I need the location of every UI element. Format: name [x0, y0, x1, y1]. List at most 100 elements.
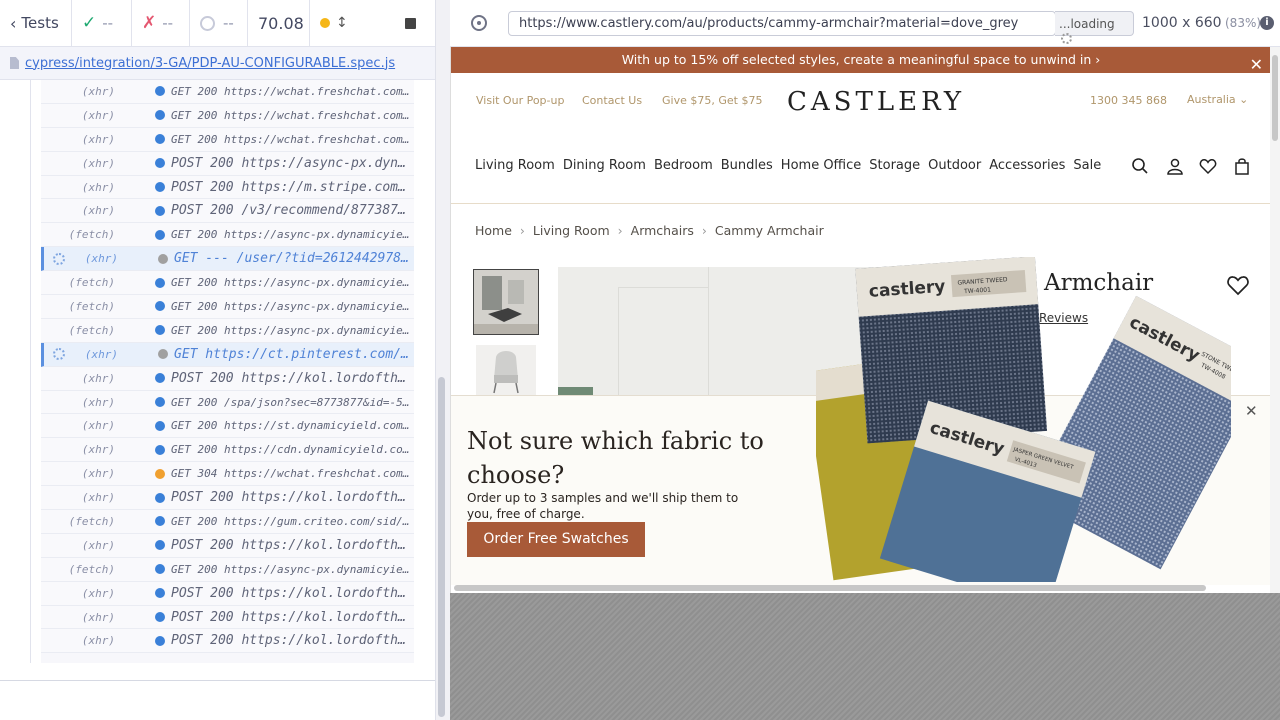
command-row[interactable]: (xhr) GET 200 https://st.dynamicyield.com…	[41, 414, 414, 439]
status-dot-icon	[155, 86, 165, 97]
command-kind: (xhr)	[84, 252, 118, 266]
cart-icon[interactable]	[1233, 157, 1251, 175]
country-selector[interactable]: Australia ⌄	[1187, 93, 1248, 106]
nav-sale[interactable]: Sale	[1073, 158, 1101, 173]
contact-us-link[interactable]: Contact Us	[582, 94, 642, 107]
castlery-logo[interactable]: CASTLERY	[787, 87, 965, 117]
fabric-swatches-image: castlery GRANITE TWEED TW-4001 castlery …	[816, 257, 1231, 582]
status-dot-icon	[155, 134, 165, 145]
command-row[interactable]: (xhr) POST 200 https://m.stripe.com/6	[41, 175, 414, 200]
command-message: GET 200 https://wchat.freshchat.com/ap…	[171, 84, 411, 98]
command-row[interactable]: (xhr) GET --- /user/?tid=261244297876…	[41, 247, 414, 272]
command-row[interactable]: (xhr) GET 200 https://cdn.dynamicyield.co…	[41, 438, 414, 463]
command-message: GET 200 https://wchat.freshchat.com/ap…	[171, 132, 411, 146]
failed-count: ✗ --	[132, 0, 190, 47]
status-dot-icon	[158, 253, 168, 264]
info-icon[interactable]: i	[1260, 16, 1274, 30]
chevron-right-icon: ›	[617, 223, 623, 238]
command-row[interactable]: (fetch) GET 200 https://async-px.dynamicy…	[41, 295, 414, 319]
nav-dining-room[interactable]: Dining Room	[563, 158, 646, 173]
command-row[interactable]: (xhr) GET 200 https://wchat.freshchat.com…	[41, 80, 414, 104]
command-message: GET 304 https://wchat.freshchat.com/ap…	[171, 467, 411, 481]
passed-count: ✓ --	[72, 0, 132, 47]
site-vertical-scrollbar[interactable]	[1272, 55, 1278, 141]
refer-link[interactable]: Give $75, Get $75	[662, 94, 762, 107]
nav-home-office[interactable]: Home Office	[781, 158, 861, 173]
command-row[interactable]: (xhr) POST 200 https://kol.lordofthee…	[41, 533, 414, 558]
status-dot-icon	[155, 612, 165, 623]
selector-playground-icon[interactable]	[471, 15, 487, 31]
close-icon[interactable]: ✕	[1250, 52, 1263, 78]
reporter-toolbar: ‹ Tests ✓ -- ✗ -- -- 70.08 ↕	[0, 0, 435, 47]
command-row[interactable]: (fetch) GET 200 https://async-px.dynamicy…	[41, 223, 414, 248]
breadcrumb: Home › Living Room › Armchairs › Cammy A…	[475, 223, 824, 238]
nav-living-room[interactable]: Living Room	[475, 158, 555, 173]
nav-outdoor[interactable]: Outdoor	[928, 158, 981, 173]
product-thumbnail-2[interactable]	[476, 345, 536, 395]
breadcrumb-armchairs[interactable]: Armchairs	[631, 223, 694, 238]
command-message: POST 200 https://kol.lordofthee…	[171, 585, 411, 601]
phone-number[interactable]: 1300 345 868	[1090, 94, 1167, 107]
account-icon[interactable]	[1166, 157, 1184, 175]
search-icon[interactable]	[1131, 157, 1149, 175]
command-row[interactable]: (xhr) POST 200 /v3/recommend/8773877?…	[41, 199, 414, 224]
reporter-scrollbar[interactable]	[438, 377, 445, 717]
promo-banner[interactable]: With up to 15% off selected styles, crea…	[451, 47, 1270, 74]
command-message: POST 200 https://kol.lordofthee…	[171, 370, 411, 386]
command-row[interactable]: (xhr) POST 200 https://kol.lordofthee…	[41, 629, 414, 654]
command-kind: (fetch)	[68, 299, 115, 313]
nav-bedroom[interactable]: Bedroom	[654, 158, 713, 173]
popup-body: Order up to 3 samples and we'll ship the…	[467, 491, 739, 521]
command-row[interactable]: (xhr) GET 304 https://wchat.freshchat.com…	[41, 462, 414, 487]
breadcrumb-home[interactable]: Home	[475, 223, 512, 238]
pending-circle-icon	[200, 15, 215, 31]
close-icon[interactable]: ✕	[1245, 402, 1258, 420]
site-horizontal-scrollbar[interactable]	[454, 585, 1206, 591]
command-row[interactable]: (xhr) POST 200 https://kol.lordofthee…	[41, 486, 414, 511]
command-row[interactable]: (xhr) POST 200 https://kol.lordofthee…	[41, 605, 414, 630]
reporter-bottom-border	[0, 680, 435, 681]
command-kind: (xhr)	[81, 634, 115, 648]
command-row[interactable]: (xhr) POST 200 https://kol.lordofthee…	[41, 366, 414, 391]
main-nav: Living Room Dining Room Bedroom Bundles …	[475, 158, 1101, 173]
file-icon	[10, 57, 19, 69]
spec-file-bar[interactable]: cypress/integration/3-GA/PDP-AU-CONFIGUR…	[0, 47, 435, 80]
command-row[interactable]: (xhr) GET 200 /spa/json?sec=8773877&id=-5…	[41, 390, 414, 415]
command-message: GET 200 https://wchat.freshchat.com/ap…	[171, 108, 411, 122]
autoscroll-toggle[interactable]: ↕	[310, 0, 365, 47]
command-row[interactable]: (xhr) GET 200 https://wchat.freshchat.com…	[41, 103, 414, 128]
command-row[interactable]: (fetch) GET 200 https://async-px.dynamicy…	[41, 271, 414, 296]
nav-storage[interactable]: Storage	[869, 158, 920, 173]
command-kind: (xhr)	[81, 586, 115, 600]
command-kind: (xhr)	[81, 538, 115, 552]
command-row[interactable]: (fetch) GET 200 https://gum.criteo.com/si…	[41, 510, 414, 534]
nav-accessories[interactable]: Accessories	[989, 158, 1065, 173]
order-swatches-button[interactable]: Order Free Swatches	[467, 522, 645, 557]
stop-button[interactable]	[395, 0, 435, 47]
nav-bundles[interactable]: Bundles	[721, 158, 773, 173]
command-row[interactable]: (xhr) POST 200 https://async-px.dynam…	[41, 151, 414, 176]
command-row[interactable]: (xhr) POST 200 https://kol.lordofthee…	[41, 581, 414, 606]
breadcrumb-living-room[interactable]: Living Room	[533, 223, 610, 238]
command-message: GET --- /user/?tid=261244297876…	[174, 251, 414, 267]
command-message: GET 200 https://async-px.dynamicyield…	[171, 323, 411, 337]
status-dot-icon	[155, 516, 165, 527]
spec-path[interactable]: cypress/integration/3-GA/PDP-AU-CONFIGUR…	[25, 56, 395, 71]
command-row[interactable]: (fetch) GET 200 https://async-px.dynamicy…	[41, 318, 414, 343]
tests-back-button[interactable]: ‹ Tests	[0, 0, 72, 47]
product-thumbnail-1[interactable]	[473, 269, 539, 335]
cypress-reporter-panel: ‹ Tests ✓ -- ✗ -- -- 70.08 ↕ cypress/int…	[0, 0, 435, 720]
url-bar[interactable]: https://www.castlery.com/au/products/cam…	[508, 11, 1056, 36]
command-row[interactable]: (fetch) GET 200 https://async-px.dynamicy…	[41, 557, 414, 582]
command-row[interactable]: (xhr) GET https://ct.pinterest.com/us…	[41, 342, 414, 367]
duration: 70.08	[248, 0, 310, 47]
tests-label: Tests	[21, 14, 59, 32]
wall-panel-line	[618, 287, 708, 288]
command-message: GET https://ct.pinterest.com/us…	[174, 346, 414, 362]
armchair-room-thumbnail	[474, 270, 538, 334]
command-row[interactable]: (xhr) GET 200 https://wchat.freshchat.com…	[41, 127, 414, 152]
wishlist-icon[interactable]	[1199, 157, 1217, 175]
visit-popup-link[interactable]: Visit Our Pop-up	[476, 94, 564, 107]
x-icon: ✗	[142, 13, 157, 33]
command-kind: (fetch)	[68, 276, 115, 290]
